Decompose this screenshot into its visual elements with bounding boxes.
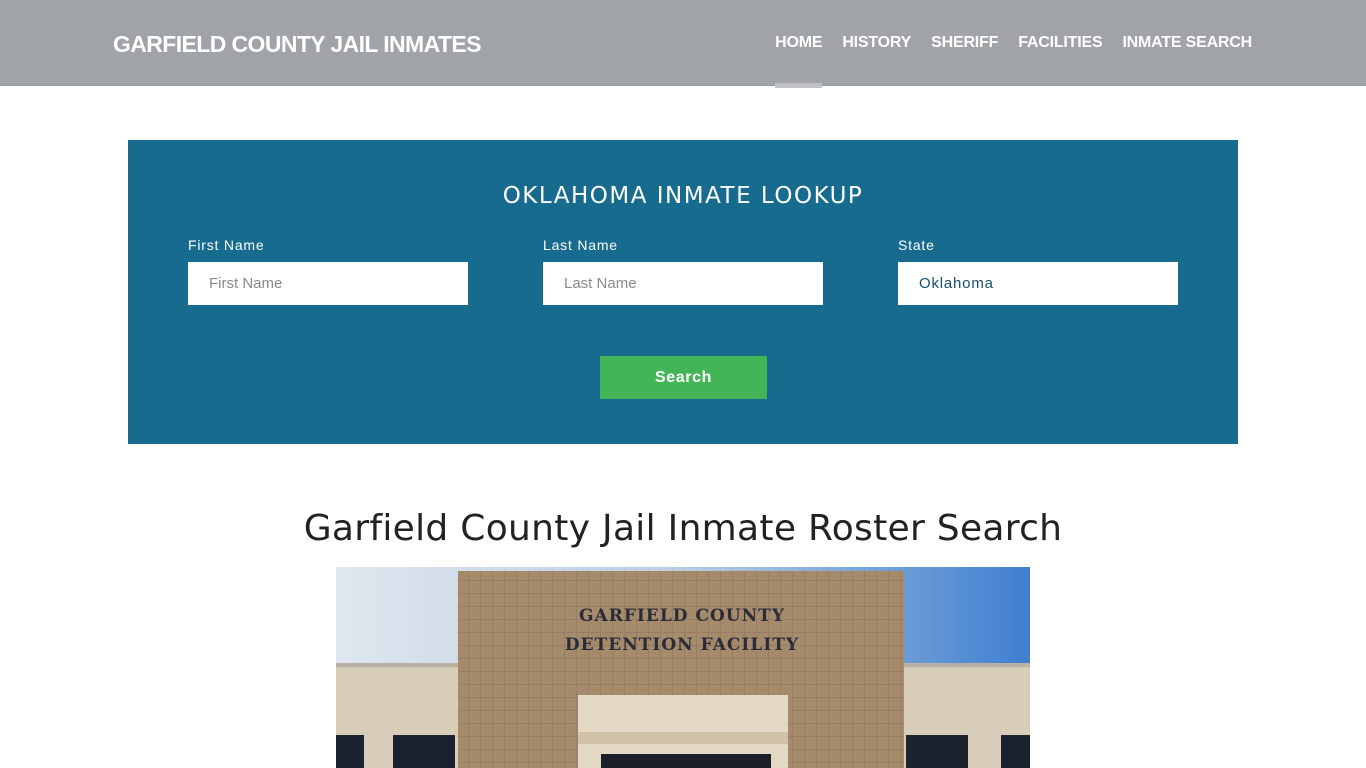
page-title: Garfield County Jail Inmate Roster Searc… <box>303 508 1063 549</box>
last-name-label: Last Name <box>543 237 618 253</box>
nav-facilities[interactable]: FACILITIES <box>1018 34 1102 52</box>
photo-sign-line-2: DETENTION FACILITY <box>565 635 799 655</box>
nav-inmate-search[interactable]: INMATE SEARCH <box>1122 34 1252 52</box>
search-button[interactable]: Search <box>600 356 767 399</box>
detention-facility-photo: GARFIELD COUNTY DETENTION FACILITY <box>336 567 1030 768</box>
first-name-input[interactable] <box>188 262 468 305</box>
state-group: State <box>898 237 1178 305</box>
nav-sheriff[interactable]: SHERIFF <box>931 34 998 52</box>
state-label: State <box>898 237 935 253</box>
site-header: GARFIELD COUNTY JAIL INMATES HOME HISTOR… <box>0 0 1366 88</box>
site-brand[interactable]: GARFIELD COUNTY JAIL INMATES <box>113 31 481 58</box>
first-name-group: First Name <box>188 237 468 305</box>
photo-sign-line-1: GARFIELD COUNTY <box>579 606 785 626</box>
inmate-lookup-form: OKLAHOMA INMATE LOOKUP First Name Last N… <box>128 140 1238 444</box>
main-nav: HOME HISTORY SHERIFF FACILITIES INMATE S… <box>775 34 1252 88</box>
state-input[interactable] <box>898 262 1178 305</box>
last-name-input[interactable] <box>543 262 823 305</box>
first-name-label: First Name <box>188 237 265 253</box>
last-name-group: Last Name <box>543 237 823 305</box>
nav-home[interactable]: HOME <box>775 34 823 88</box>
lookup-title: OKLAHOMA INMATE LOOKUP <box>502 183 864 209</box>
nav-history[interactable]: HISTORY <box>842 34 911 52</box>
